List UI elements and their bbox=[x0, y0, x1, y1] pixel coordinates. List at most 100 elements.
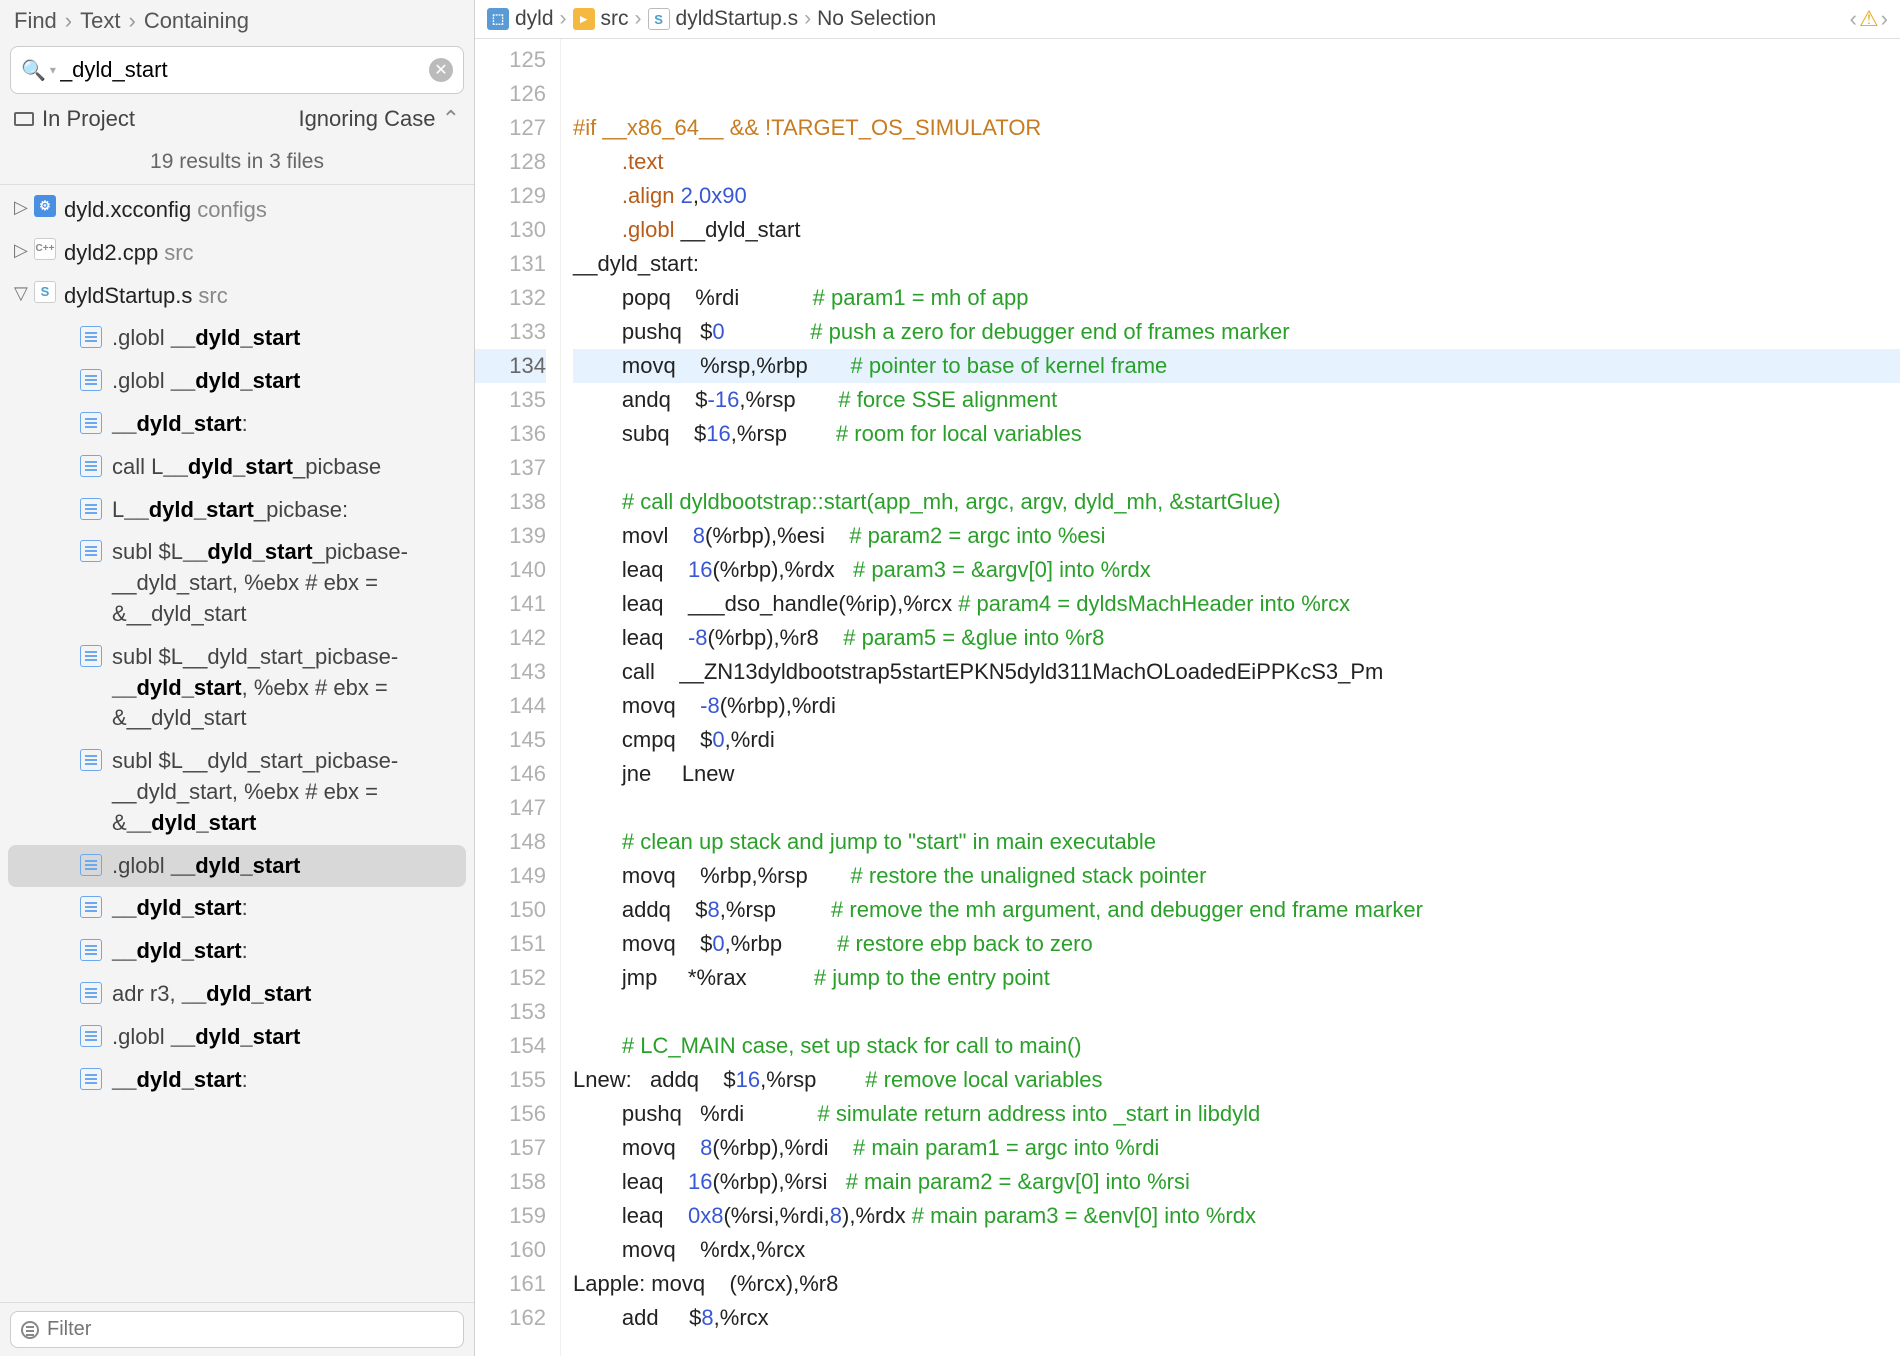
crumb-label[interactable]: dyldStartup.s bbox=[676, 7, 799, 31]
code-line[interactable] bbox=[573, 791, 1900, 825]
search-result[interactable]: __dyld_start: bbox=[0, 887, 474, 930]
result-icon bbox=[80, 498, 102, 520]
search-result[interactable]: __dyld_start: bbox=[0, 403, 474, 446]
chevron-right-icon: › bbox=[65, 8, 72, 34]
line-number: 125 bbox=[475, 43, 546, 77]
code-line[interactable]: jmp *%rax # jump to the entry point bbox=[573, 961, 1900, 995]
line-number: 148 bbox=[475, 825, 546, 859]
code-line[interactable]: # clean up stack and jump to "start" in … bbox=[573, 825, 1900, 859]
code-line[interactable]: leaq 16(%rbp),%rdx # param3 = &argv[0] i… bbox=[573, 553, 1900, 587]
disclosure-icon[interactable]: ▽ bbox=[14, 281, 34, 306]
code-editor[interactable]: 1251261271281291301311321331341351361371… bbox=[475, 39, 1900, 1356]
results-tree[interactable]: ▷ ⚙ dyld.xcconfig configs▷ C++ dyld2.cpp… bbox=[0, 185, 474, 1302]
back-icon[interactable]: ‹ bbox=[1850, 6, 1857, 32]
clear-icon[interactable]: ✕ bbox=[429, 58, 453, 82]
code-line[interactable]: .text bbox=[573, 145, 1900, 179]
crumb-label[interactable]: dyld bbox=[515, 7, 554, 31]
search-icon: 🔍 bbox=[21, 58, 46, 83]
code-line[interactable]: pushq %rdi # simulate return address int… bbox=[573, 1097, 1900, 1131]
find-seg-text[interactable]: Text bbox=[80, 8, 120, 34]
code-line[interactable]: call __ZN13dyldbootstrap5startEPKN5dyld3… bbox=[573, 655, 1900, 689]
line-number: 132 bbox=[475, 281, 546, 315]
code-line[interactable]: leaq 0x8(%rsi,%rdi,8),%rdx # main param3… bbox=[573, 1199, 1900, 1233]
code-line[interactable]: movq %rbp,%rsp # restore the unaligned s… bbox=[573, 859, 1900, 893]
search-result[interactable]: .globl __dyld_start bbox=[0, 317, 474, 360]
find-seg-find[interactable]: Find bbox=[14, 8, 57, 34]
warning-icon[interactable]: ⚠ bbox=[1859, 6, 1879, 32]
search-input[interactable] bbox=[56, 51, 429, 89]
search-result[interactable]: L__dyld_start_picbase: bbox=[0, 489, 474, 532]
code-line[interactable]: add $8,%rcx bbox=[573, 1301, 1900, 1335]
code-line[interactable]: # LC_MAIN case, set up stack for call to… bbox=[573, 1029, 1900, 1063]
result-text: .globl __dyld_start bbox=[112, 366, 466, 397]
disclosure-icon[interactable]: ▷ bbox=[14, 195, 34, 220]
result-icon bbox=[80, 412, 102, 434]
filter-input[interactable] bbox=[47, 1318, 453, 1341]
code-line[interactable]: #if __x86_64__ && !TARGET_OS_SIMULATOR bbox=[573, 111, 1900, 145]
search-result[interactable]: subl $L__dyld_start_picbase-__dyld_start… bbox=[0, 531, 474, 635]
code-line[interactable]: .align 2,0x90 bbox=[573, 179, 1900, 213]
case-mode-button[interactable]: Ignoring Case ⌃ bbox=[298, 106, 460, 132]
search-result[interactable]: subl $L__dyld_start_picbase-__dyld_start… bbox=[0, 636, 474, 740]
code-line[interactable] bbox=[573, 77, 1900, 111]
code-line[interactable]: .globl __dyld_start bbox=[573, 213, 1900, 247]
code-line[interactable]: cmpq $0,%rdi bbox=[573, 723, 1900, 757]
result-text: __dyld_start: bbox=[112, 936, 466, 967]
code-line[interactable]: Lapple: movq (%rcx),%r8 bbox=[573, 1267, 1900, 1301]
result-icon bbox=[80, 982, 102, 1004]
code-line[interactable] bbox=[573, 995, 1900, 1029]
results-summary: 19 results in 3 files bbox=[0, 140, 474, 185]
disclosure-icon[interactable]: ▷ bbox=[14, 238, 34, 263]
forward-icon[interactable]: › bbox=[1881, 6, 1888, 32]
code-line[interactable]: popq %rdi # param1 = mh of app bbox=[573, 281, 1900, 315]
code-line[interactable]: movq $0,%rbp # restore ebp back to zero bbox=[573, 927, 1900, 961]
code-line[interactable]: leaq -8(%rbp),%r8 # param5 = &glue into … bbox=[573, 621, 1900, 655]
search-result[interactable]: __dyld_start: bbox=[0, 1059, 474, 1102]
code-line[interactable]: pushq $0 # push a zero for debugger end … bbox=[573, 315, 1900, 349]
code-line[interactable]: movq -8(%rbp),%rdi bbox=[573, 689, 1900, 723]
search-result[interactable]: .globl __dyld_start bbox=[0, 360, 474, 403]
code-line[interactable]: # call dyldbootstrap::start(app_mh, argc… bbox=[573, 485, 1900, 519]
code-line[interactable] bbox=[573, 43, 1900, 77]
file-row[interactable]: ▷ ⚙ dyld.xcconfig configs bbox=[0, 189, 474, 232]
code-line[interactable]: jne Lnew bbox=[573, 757, 1900, 791]
search-result[interactable]: adr r3, __dyld_start bbox=[0, 973, 474, 1016]
file-row[interactable]: ▷ C++ dyld2.cpp src bbox=[0, 232, 474, 275]
code-line[interactable]: leaq ___dso_handle(%rip),%rcx # param4 =… bbox=[573, 587, 1900, 621]
code-line[interactable]: addq $8,%rsp # remove the mh argument, a… bbox=[573, 893, 1900, 927]
search-result[interactable]: __dyld_start: bbox=[0, 930, 474, 973]
line-number: 137 bbox=[475, 451, 546, 485]
crumb-label[interactable]: No Selection bbox=[817, 7, 936, 31]
search-result[interactable]: subl $L__dyld_start_picbase-__dyld_start… bbox=[0, 740, 474, 844]
code-line[interactable] bbox=[573, 451, 1900, 485]
result-text: __dyld_start: bbox=[112, 409, 466, 440]
crumb-label[interactable]: src bbox=[601, 7, 629, 31]
search-result[interactable]: call L__dyld_start_picbase bbox=[0, 446, 474, 489]
code-line[interactable]: movq %rsp,%rbp # pointer to base of kern… bbox=[573, 349, 1900, 383]
code-line[interactable]: Lnew: addq $16,%rsp # remove local varia… bbox=[573, 1063, 1900, 1097]
line-number: 158 bbox=[475, 1165, 546, 1199]
find-seg-containing[interactable]: Containing bbox=[144, 8, 249, 34]
scope-button[interactable]: In Project bbox=[14, 106, 135, 132]
line-number: 130 bbox=[475, 213, 546, 247]
line-number: 135 bbox=[475, 383, 546, 417]
file-icon: S bbox=[34, 281, 56, 303]
code-line[interactable]: movq %rdx,%rcx bbox=[573, 1233, 1900, 1267]
line-number: 152 bbox=[475, 961, 546, 995]
code-line[interactable]: subq $16,%rsp # room for local variables bbox=[573, 417, 1900, 451]
search-field[interactable]: 🔍 ▾ ✕ bbox=[10, 46, 464, 94]
search-result[interactable]: .globl __dyld_start bbox=[0, 1016, 474, 1059]
result-icon bbox=[80, 896, 102, 918]
code-line[interactable]: movq 8(%rbp),%rdi # main param1 = argc i… bbox=[573, 1131, 1900, 1165]
filter-field[interactable] bbox=[10, 1311, 464, 1348]
line-number: 142 bbox=[475, 621, 546, 655]
search-result[interactable]: .globl __dyld_start bbox=[8, 845, 466, 888]
breadcrumb[interactable]: ⬚dyld›▸src›SdyldStartup.s›No Selection ‹… bbox=[475, 0, 1900, 39]
code-line[interactable]: andq $-16,%rsp # force SSE alignment bbox=[573, 383, 1900, 417]
code-line[interactable]: __dyld_start: bbox=[573, 247, 1900, 281]
code-line[interactable]: leaq 16(%rbp),%rsi # main param2 = &argv… bbox=[573, 1165, 1900, 1199]
file-row[interactable]: ▽ S dyldStartup.s src bbox=[0, 275, 474, 318]
code-body[interactable]: #if __x86_64__ && !TARGET_OS_SIMULATOR .… bbox=[561, 39, 1900, 1356]
find-mode-header[interactable]: Find › Text › Containing bbox=[0, 0, 474, 42]
code-line[interactable]: movl 8(%rbp),%esi # param2 = argc into %… bbox=[573, 519, 1900, 553]
